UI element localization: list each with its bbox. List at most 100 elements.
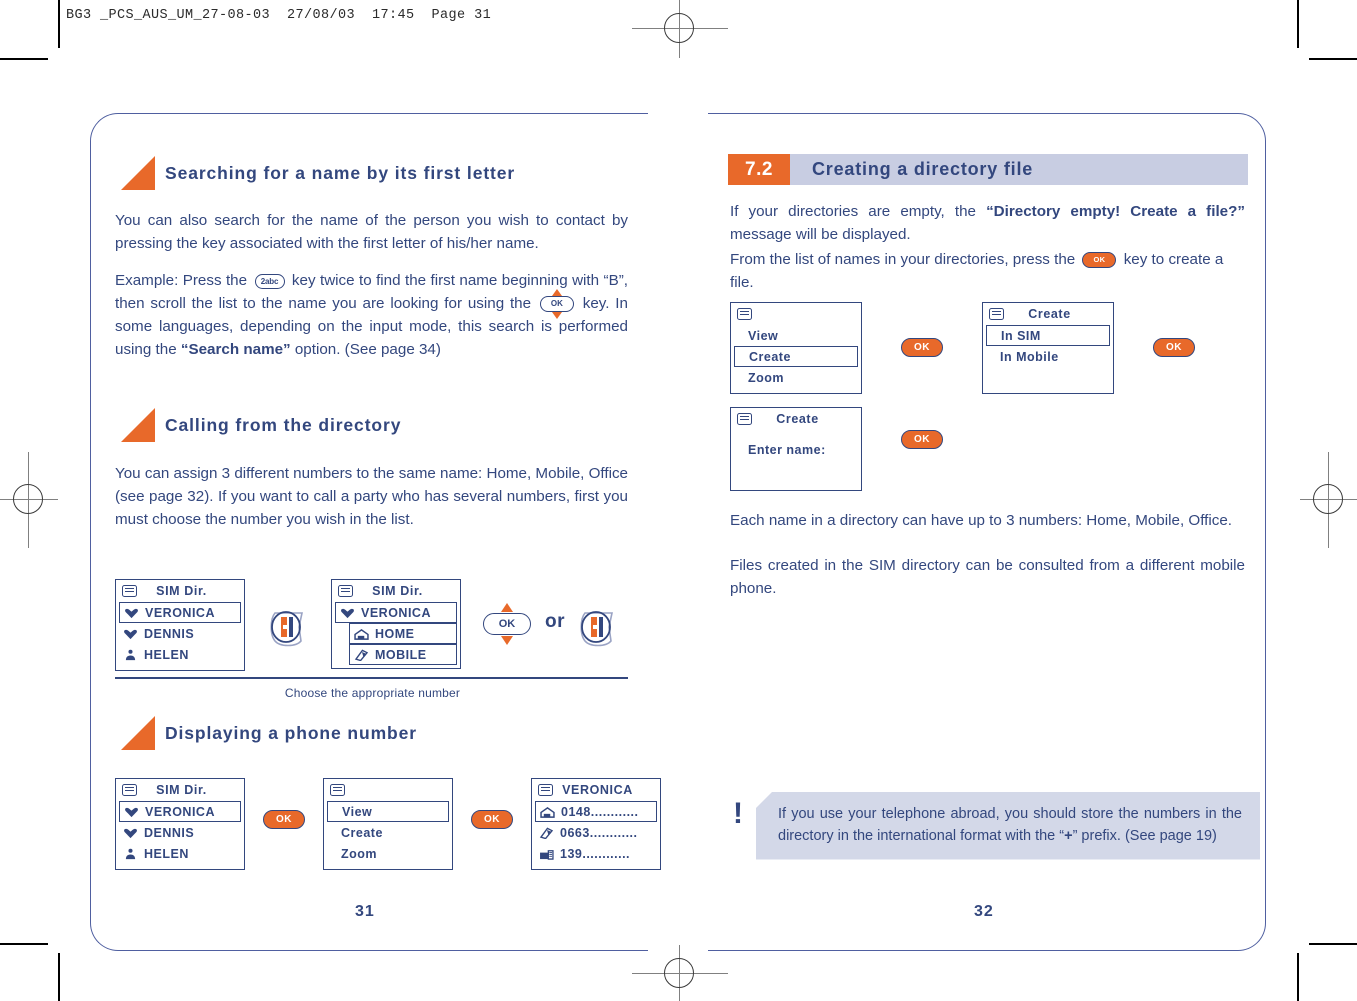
screen-title-bar: Create — [731, 408, 861, 430]
paragraph-directory-empty: If your directories are empty, the “Dire… — [730, 200, 1245, 246]
screen-title-bar: VERONICA — [532, 779, 660, 801]
screen-title-bar: SIM Dir. — [332, 580, 460, 602]
paragraph-searching-intro: You can also search for the name of the … — [115, 212, 628, 253]
screen-row-item[interactable]: In SIM — [986, 325, 1110, 346]
screen-row-label: DENNIS — [144, 626, 195, 641]
screen-title-bar — [324, 779, 452, 801]
phone-screen-sim-dir-list: SIM Dir. VERONICA DENNIS HELEN — [115, 579, 245, 671]
screen-row-label: MOBILE — [375, 647, 427, 662]
print-filename-label: BG3 _PCS_AUS_UM_27-08-03 27/08/03 17:45 … — [66, 8, 492, 23]
arrow-down-icon — [501, 636, 513, 645]
paragraph-sim-files: Files created in the SIM directory can b… — [730, 557, 1245, 598]
screen-row-item[interactable]: DENNIS — [119, 822, 241, 843]
crop-mark-bottom-left-h — [0, 943, 48, 945]
screen-row-item[interactable]: HOME — [349, 623, 457, 644]
screen-row-item[interactable]: Zoom — [734, 367, 858, 388]
calling-flow-diagram: SIM Dir. VERONICA DENNIS HELEN SIM Dir. … — [115, 579, 630, 700]
mobile-icon — [539, 827, 554, 839]
screen-row-label: 0663............ — [560, 825, 638, 840]
section-title-text: Displaying a phone number — [165, 722, 417, 743]
screen-row-label: VERONICA — [145, 804, 215, 819]
note-box: ! If you use your telephone abroad, you … — [720, 792, 1260, 860]
chapter-title-text: Creating a directory file — [790, 154, 1248, 185]
screen-row-item[interactable]: Zoom — [327, 843, 449, 864]
paragraph-calling-intro: You can assign 3 different numbers to th… — [115, 465, 628, 529]
intro-line2-part-a: From the list of names in your directori… — [730, 251, 1076, 269]
create-flow-diagram: View Create Zoom OK Create In SIM In Mob… — [730, 302, 1195, 491]
screen-row-item[interactable]: HELEN — [119, 644, 241, 665]
screen-row-item[interactable]: 0148............ — [535, 801, 657, 822]
screen-row-item[interactable]: VERONICA — [119, 801, 241, 822]
key-ok-navigation-icon — [539, 289, 575, 320]
crop-mark-top-left-v — [58, 0, 60, 48]
screen-title-bar: SIM Dir. — [116, 580, 244, 602]
diagram-divider — [115, 677, 628, 680]
sim-card-icon — [122, 585, 137, 597]
screen-row-label: VERONICA — [145, 605, 215, 620]
home-icon — [540, 806, 555, 818]
sim-card-icon — [737, 308, 752, 320]
screen-row-item[interactable]: DENNIS — [119, 623, 241, 644]
screen-title-text: SIM Dir. — [372, 584, 423, 598]
person-icon — [123, 848, 138, 860]
ok-button[interactable]: OK — [901, 338, 943, 357]
ok-navigation-key[interactable]: OK — [483, 603, 531, 645]
screen-row-item[interactable]: View — [734, 325, 858, 346]
chapter-header-bar: 7.2 Creating a directory file — [728, 154, 1248, 185]
screen-row-label: Create — [749, 349, 791, 364]
page-number-right: 32 — [974, 903, 994, 920]
screen-row-item[interactable]: Create — [327, 822, 449, 843]
screen-title-text: Create — [776, 412, 819, 426]
screen-row-label: Enter name: — [748, 442, 826, 457]
phone-screen-options-menu: View Create Zoom — [730, 302, 862, 394]
screen-row-label: VERONICA — [361, 605, 431, 620]
phone-screen-enter-name: Create Enter name: — [730, 407, 862, 491]
paragraph-press-ok: From the list of names in your directori… — [730, 248, 1245, 294]
ok-button[interactable]: OK — [263, 810, 305, 829]
screen-title-text: SIM Dir. — [156, 783, 207, 797]
triangle-bullet-icon — [121, 156, 155, 190]
screen-row-item[interactable]: View — [327, 801, 449, 822]
phone-screen-sim-dir-numbers: SIM Dir. VERONICA HOME MOBILE — [331, 579, 461, 669]
paragraph-three-numbers: Each name in a directory can have up to … — [730, 512, 1233, 529]
home-icon — [354, 628, 369, 640]
ok-button[interactable]: OK — [1153, 338, 1195, 357]
screen-title-bar: Create — [983, 303, 1113, 325]
sim-card-icon — [338, 585, 353, 597]
ok-button[interactable]: OK — [471, 810, 513, 829]
screen-row-label: In Mobile — [1000, 349, 1059, 364]
call-key-button[interactable] — [579, 607, 617, 652]
phone-screen-create-location: Create In SIM In Mobile — [982, 302, 1114, 394]
display-flow-diagram: SIM Dir. VERONICA DENNIS HELEN OK View C… — [115, 778, 661, 870]
screen-row-item[interactable]: 0663............ — [535, 822, 657, 843]
screen-row-label: 139............ — [560, 846, 631, 861]
arrow-up-icon — [501, 603, 513, 612]
diagram-caption: Choose the appropriate number — [284, 686, 461, 701]
page-right: 7.2 Creating a directory file If your di… — [708, 113, 1266, 951]
screen-row-item[interactable]: MOBILE — [349, 644, 457, 665]
section-heading-searching: Searching for a name by its first letter — [121, 156, 515, 190]
sim-card-icon — [737, 413, 752, 425]
section-title-text: Calling from the directory — [165, 414, 402, 435]
call-key-button[interactable] — [269, 607, 307, 652]
screen-row-item[interactable]: Enter name: — [734, 439, 858, 460]
heart-phone-icon — [123, 827, 138, 839]
directory-empty-message-label: “Directory empty! Create a file?” — [986, 203, 1245, 220]
page-number-left: 31 — [355, 903, 375, 920]
screen-title-text: Create — [1028, 307, 1071, 321]
search-name-option-label: “Search name” — [180, 341, 291, 359]
screen-row-item[interactable]: In Mobile — [986, 346, 1110, 367]
example-text-part4: option. (See page 34) — [294, 341, 441, 359]
phone-screen-sim-dir-list: SIM Dir. VERONICA DENNIS HELEN — [115, 778, 245, 870]
screen-row-item[interactable]: 139............ — [535, 843, 657, 864]
ok-button[interactable]: OK — [901, 430, 943, 449]
screen-row-item[interactable]: Create — [734, 346, 858, 367]
screen-row-item[interactable]: VERONICA — [335, 602, 457, 623]
phone-screen-veronica-numbers: VERONICA 0148............ 0663..........… — [531, 778, 661, 870]
crop-mark-top-left-h — [0, 58, 48, 60]
heart-phone-icon — [340, 607, 355, 619]
sim-card-icon — [538, 784, 553, 796]
screen-row-item[interactable]: VERONICA — [119, 602, 241, 623]
screen-row-label: HOME — [375, 626, 415, 641]
screen-row-item[interactable]: HELEN — [119, 843, 241, 864]
